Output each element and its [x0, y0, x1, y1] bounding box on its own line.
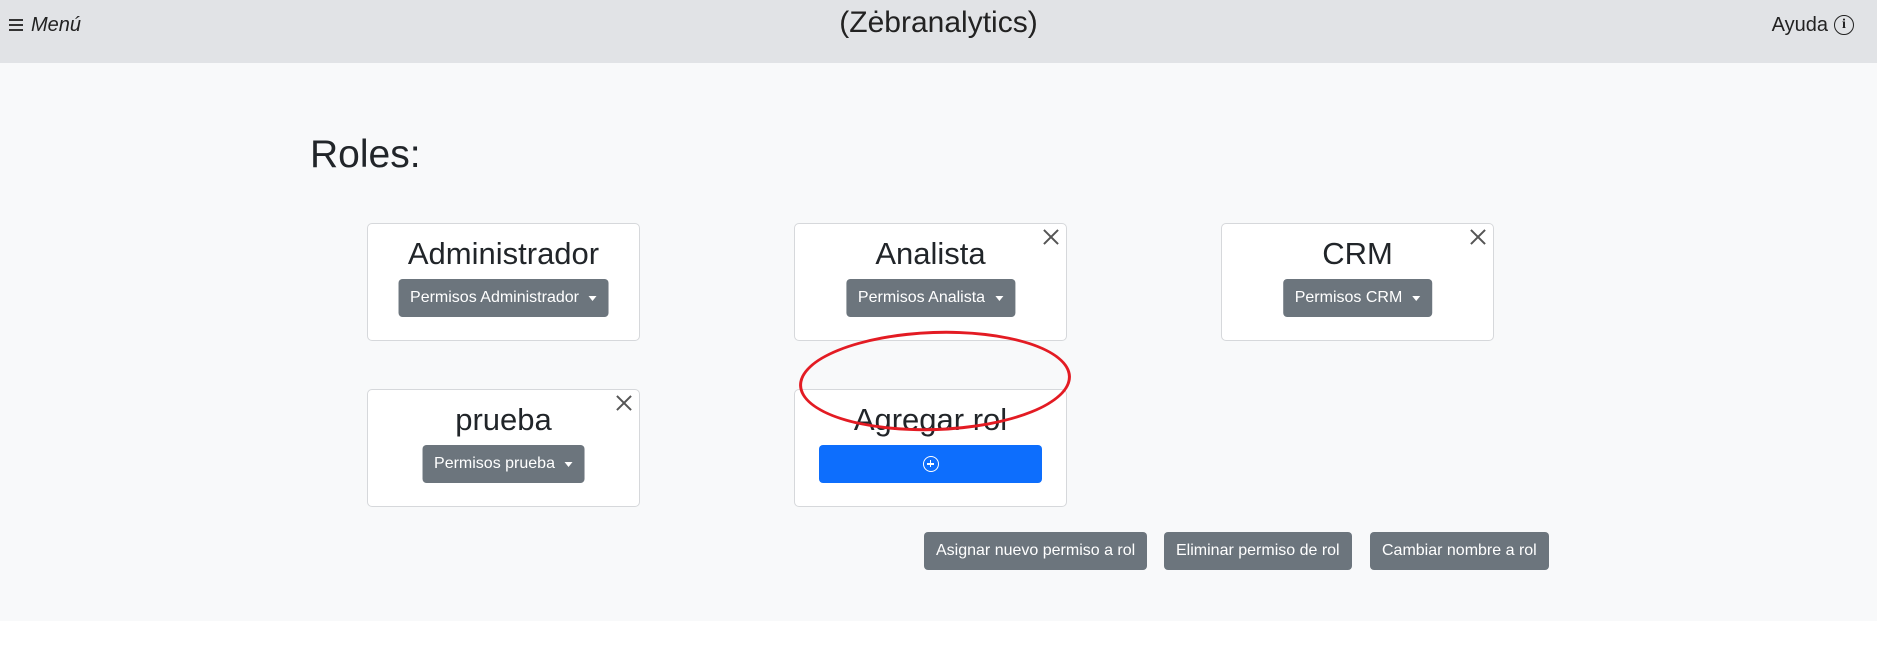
role-name: CRM [1322, 236, 1393, 271]
add-role-button[interactable] [819, 445, 1042, 483]
permissions-dropdown-prueba[interactable]: Permisos prueba [422, 445, 585, 483]
permissions-dropdown-label: Permisos Analista [857, 289, 986, 306]
add-role-title: Agregar rol [853, 402, 1008, 437]
role-card-prueba: prueba Permisos prueba [367, 389, 640, 507]
permissions-dropdown-label: Permisos prueba [434, 455, 555, 472]
remove-permission-button[interactable]: Eliminar permiso de rol [1164, 532, 1352, 570]
permissions-dropdown-label: Permisos Administrador [410, 289, 579, 306]
assign-permission-button[interactable]: Asignar nuevo permiso a rol [924, 532, 1148, 570]
add-role-card: Agregar rol [794, 389, 1067, 507]
role-name: prueba [455, 402, 552, 437]
caret-down-icon [995, 295, 1004, 301]
permissions-dropdown-analista[interactable]: Permisos Analista [845, 279, 1016, 317]
main-content: Roles: Administrador Permisos Administra… [0, 63, 1877, 621]
caret-down-icon [564, 461, 573, 467]
permissions-dropdown-crm[interactable]: Permisos CRM [1282, 279, 1433, 317]
permissions-dropdown-administrador[interactable]: Permisos Administrador [398, 279, 609, 317]
caret-down-icon [588, 295, 597, 301]
help-label: Ayuda [1771, 13, 1828, 36]
permissions-dropdown-label: Permisos CRM [1294, 289, 1403, 306]
rename-role-button[interactable]: Cambiar nombre a rol [1370, 532, 1549, 570]
help-button[interactable]: Ayuda i [1772, 12, 1854, 38]
role-name: Administrador [407, 236, 600, 271]
role-name: Analista [875, 236, 986, 271]
role-card-analista: Analista Permisos Analista [794, 223, 1067, 341]
plus-circle-icon [922, 456, 939, 472]
role-card-crm: CRM Permisos CRM [1221, 223, 1494, 341]
app-title: (Zėbranalytics) [839, 6, 1038, 39]
info-icon: i [1834, 15, 1854, 35]
top-navbar: Menú (Zėbranalytics) Ayuda i [0, 0, 1877, 63]
roles-heading: Roles: [310, 133, 421, 176]
role-card-administrador: Administrador Permisos Administrador [367, 223, 640, 341]
caret-down-icon [1412, 295, 1421, 301]
